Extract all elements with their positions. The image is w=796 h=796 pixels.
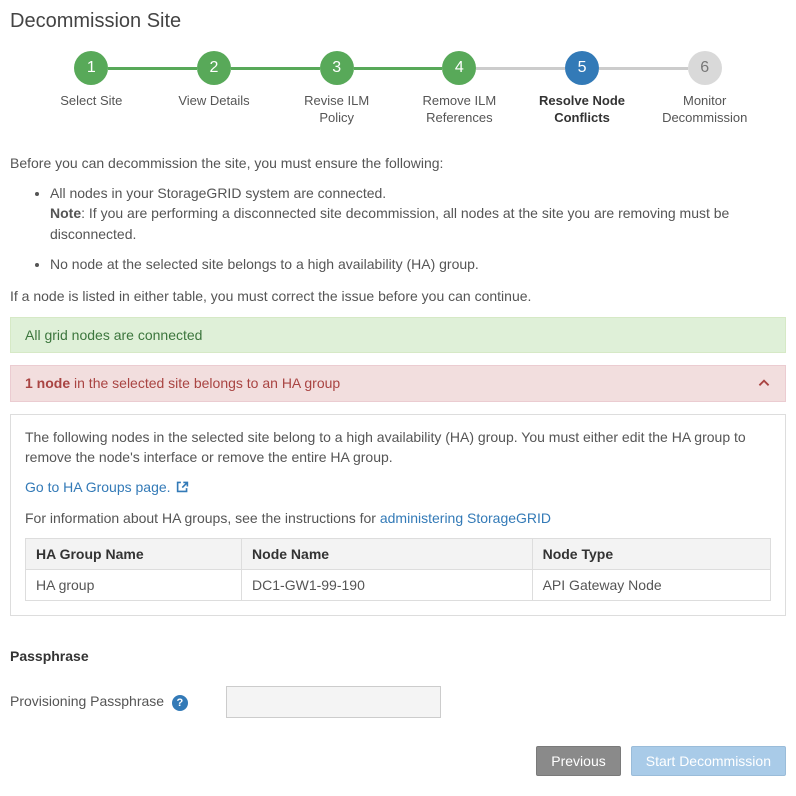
step-5-circle: 5: [565, 51, 599, 85]
step-5-resolve-conflicts[interactable]: 5 Resolve Node Conflicts: [521, 51, 644, 127]
col-node-type: Node Type: [532, 539, 770, 570]
ha-conflict-panel: The following nodes in the selected site…: [10, 414, 786, 617]
intro-lead: Before you can decommission the site, yo…: [10, 153, 786, 173]
table-row: HA group DC1-GW1-99-190 API Gateway Node: [26, 570, 771, 601]
step-3-circle: 3: [320, 51, 354, 85]
step-1-label: Select Site: [60, 93, 122, 110]
step-4-label: Remove ILM References: [409, 93, 509, 127]
alert-danger-text: 1 node in the selected site belongs to a…: [25, 375, 340, 391]
step-connector: [108, 67, 197, 70]
step-1-select-site[interactable]: 1 Select Site: [30, 51, 153, 127]
provisioning-passphrase-input[interactable]: [226, 686, 441, 718]
step-2-circle: 2: [197, 51, 231, 85]
step-6-circle: 6: [688, 51, 722, 85]
passphrase-form-row: Provisioning Passphrase ?: [10, 686, 786, 718]
panel-para-2: For information about HA groups, see the…: [25, 508, 771, 528]
step-2-view-details[interactable]: 2 View Details: [153, 51, 276, 127]
cell-node-type: API Gateway Node: [532, 570, 770, 601]
page-title: Decommission Site: [10, 10, 786, 33]
step-3-revise-ilm[interactable]: 3 Revise ILM Policy: [275, 51, 398, 127]
wizard-stepper: 1 Select Site 2 View Details 3 Revise IL…: [30, 51, 766, 127]
intro-followup: If a node is listed in either table, you…: [10, 286, 786, 306]
step-2-label: View Details: [178, 93, 249, 110]
step-4-remove-ilm-refs[interactable]: 4 Remove ILM References: [398, 51, 521, 127]
cell-ha-group: HA group: [26, 570, 242, 601]
ha-groups-link[interactable]: Go to HA Groups page.: [25, 479, 171, 495]
intro-list: All nodes in your StorageGRID system are…: [10, 183, 786, 274]
passphrase-label: Provisioning Passphrase ?: [10, 693, 220, 711]
step-connector: [476, 67, 565, 70]
chevron-up-icon[interactable]: [757, 375, 771, 392]
step-6-monitor: 6 Monitor Decommission: [643, 51, 766, 127]
alert-success-connected: All grid nodes are connected: [10, 317, 786, 353]
step-5-label: Resolve Node Conflicts: [532, 93, 632, 127]
panel-para-1: The following nodes in the selected site…: [25, 427, 771, 468]
step-1-circle: 1: [74, 51, 108, 85]
intro-bullet-1: All nodes in your StorageGRID system are…: [50, 183, 786, 244]
ha-conflict-table: HA Group Name Node Name Node Type HA gro…: [25, 538, 771, 601]
col-ha-group-name: HA Group Name: [26, 539, 242, 570]
button-row: Previous Start Decommission: [10, 746, 786, 776]
previous-button[interactable]: Previous: [536, 746, 620, 776]
step-3-label: Revise ILM Policy: [287, 93, 387, 127]
help-icon[interactable]: ?: [172, 695, 188, 711]
step-6-label: Monitor Decommission: [655, 93, 755, 127]
col-node-name: Node Name: [242, 539, 533, 570]
step-4-circle: 4: [442, 51, 476, 85]
start-decommission-button[interactable]: Start Decommission: [631, 746, 786, 776]
cell-node-name: DC1-GW1-99-190: [242, 570, 533, 601]
passphrase-section-label: Passphrase: [10, 648, 786, 664]
external-link-icon: [176, 480, 189, 499]
step-connector: [231, 67, 320, 70]
intro-bullet-2: No node at the selected site belongs to …: [50, 254, 786, 274]
step-connector: [599, 67, 688, 70]
alert-danger-ha-group[interactable]: 1 node in the selected site belongs to a…: [10, 365, 786, 402]
step-connector: [354, 67, 443, 70]
admin-docs-link[interactable]: administering StorageGRID: [380, 510, 551, 526]
